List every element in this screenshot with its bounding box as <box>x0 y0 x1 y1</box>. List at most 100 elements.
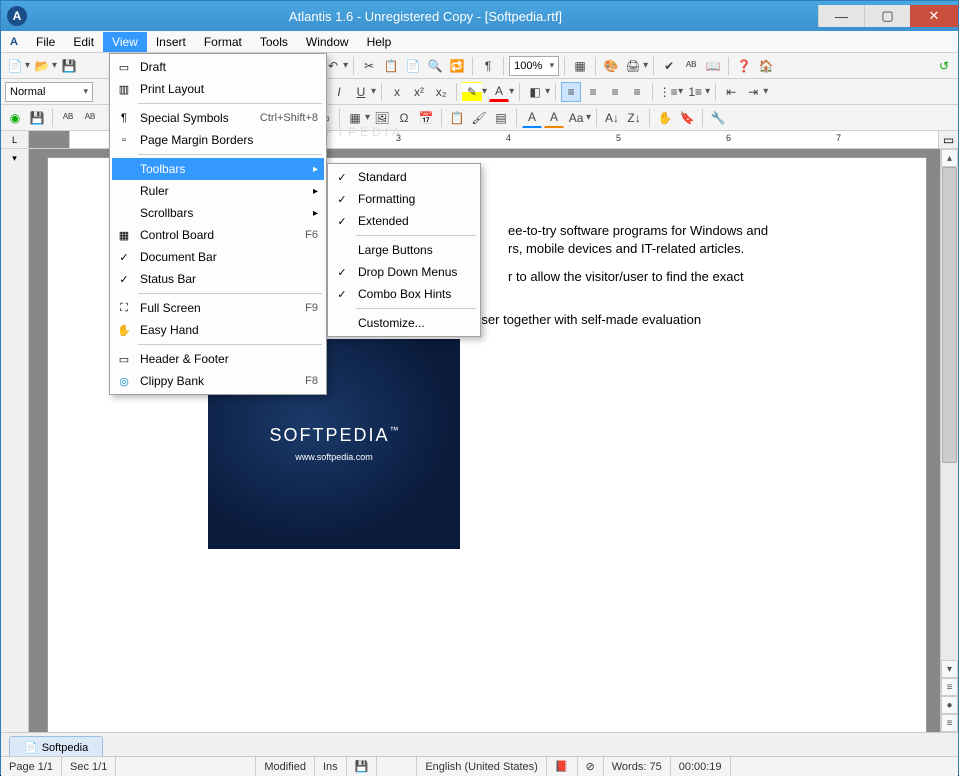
save-icon[interactable]: 💾 <box>59 56 79 76</box>
spellcheck-icon[interactable]: ✔ <box>659 56 679 76</box>
status-save-icon[interactable]: 💾 <box>347 757 378 776</box>
align-right-icon[interactable]: ≡ <box>605 82 625 102</box>
tools-icon[interactable]: 🔧 <box>708 108 728 128</box>
toolbars-dropdown-menus[interactable]: ✓Drop Down Menus <box>330 261 478 283</box>
numbering-icon[interactable]: 1≡ <box>685 82 705 102</box>
toolbars-standard[interactable]: ✓Standard <box>330 166 478 188</box>
highlight-icon[interactable]: ✎ <box>462 82 482 102</box>
save-as-icon[interactable]: 💾 <box>27 108 47 128</box>
next-page-icon[interactable]: ≡ <box>941 714 958 732</box>
vertical-ruler[interactable]: ▾ <box>1 149 29 732</box>
align-left-icon[interactable]: ≡ <box>561 82 581 102</box>
vertical-scrollbar[interactable]: ▴ ▾ ≡ ● ≡ <box>940 149 958 732</box>
easy-hand-icon[interactable]: ✋ <box>655 108 675 128</box>
titlebar: A Atlantis 1.6 - Unregistered Copy - [So… <box>1 1 958 31</box>
autocorrect-icon[interactable]: ᴬᴮ <box>681 56 701 76</box>
menu-edit[interactable]: Edit <box>64 32 103 52</box>
thesaurus-icon[interactable]: 📖 <box>703 56 723 76</box>
view-clippy-bank[interactable]: ◎Clippy BankF8 <box>112 370 324 392</box>
view-toolbars[interactable]: Toolbars▸ <box>112 158 324 180</box>
view-header-footer[interactable]: ▭Header & Footer <box>112 348 324 370</box>
template-icon[interactable]: ◉ <box>5 108 25 128</box>
subscript-icon[interactable]: x₂ <box>431 82 451 102</box>
cut-icon[interactable]: ✂ <box>359 56 379 76</box>
toolbars-combo-hints[interactable]: ✓Combo Box Hints <box>330 283 478 305</box>
scroll-thumb[interactable] <box>942 167 957 463</box>
sort-asc-icon[interactable]: A↓ <box>602 108 622 128</box>
view-full-screen[interactable]: ⛶Full ScreenF9 <box>112 297 324 319</box>
zoom-combo[interactable]: 100% <box>509 56 559 76</box>
outdent-icon[interactable]: ⇤ <box>721 82 741 102</box>
change-case-icon[interactable]: Aa <box>566 108 586 128</box>
check-icon: ✓ <box>337 288 346 301</box>
toolbars-extended[interactable]: ✓Extended <box>330 210 478 232</box>
para-format-icon[interactable]: A <box>544 108 564 128</box>
control-board-icon[interactable]: ▦ <box>570 56 590 76</box>
toolbars-formatting[interactable]: ✓Formatting <box>330 188 478 210</box>
view-page-margins[interactable]: ▫Page Margin Borders <box>112 129 324 151</box>
style-combo[interactable]: Normal <box>5 82 93 102</box>
menu-insert[interactable]: Insert <box>147 32 195 52</box>
paste-icon[interactable]: 📄 <box>403 56 423 76</box>
sort-desc-icon[interactable]: Z↓ <box>624 108 644 128</box>
view-status-bar[interactable]: ✓Status Bar <box>112 268 324 290</box>
menu-window[interactable]: Window <box>297 32 358 52</box>
find-icon[interactable]: 🔍 <box>425 56 445 76</box>
view-easy-hand[interactable]: ✋Easy Hand <box>112 319 324 341</box>
scroll-up-icon[interactable]: ▴ <box>941 149 958 167</box>
view-draft[interactable]: ▭Draft <box>112 56 324 78</box>
align-center-icon[interactable]: ≡ <box>583 82 603 102</box>
indent-icon[interactable]: ⇥ <box>743 82 763 102</box>
status-language[interactable]: English (United States) <box>417 757 547 776</box>
bullets-icon[interactable]: ⋮≡ <box>658 82 678 102</box>
underline-icon[interactable]: U <box>351 82 371 102</box>
italic-icon[interactable]: I <box>329 82 349 102</box>
maximize-button[interactable]: ▢ <box>864 5 910 27</box>
clipboard-icon[interactable]: 📋 <box>447 108 467 128</box>
prev-page-icon[interactable]: ≡ <box>941 678 958 696</box>
menu-help[interactable]: Help <box>358 32 401 52</box>
menu-view[interactable]: View <box>103 32 147 52</box>
styles-icon[interactable]: ▤ <box>491 108 511 128</box>
view-document-bar[interactable]: ✓Document Bar <box>112 246 324 268</box>
font-color-icon[interactable]: A <box>489 82 509 102</box>
view-ruler[interactable]: Ruler▸ <box>112 180 324 202</box>
strike-icon[interactable]: x <box>387 82 407 102</box>
align-justify-icon[interactable]: ≡ <box>627 82 647 102</box>
home-icon[interactable]: 🏠 <box>756 56 776 76</box>
menu-format[interactable]: Format <box>195 32 251 52</box>
toolbars-customize[interactable]: Customize... <box>330 312 478 334</box>
toolbar-options-icon[interactable]: ↺ <box>934 56 954 76</box>
view-scrollbars[interactable]: Scrollbars▸ <box>112 202 324 224</box>
eraser-icon[interactable]: ◧ <box>525 82 545 102</box>
palette-icon[interactable]: 🎨 <box>601 56 621 76</box>
open-icon[interactable]: 📂 <box>32 56 52 76</box>
scroll-down-icon[interactable]: ▾ <box>941 660 958 678</box>
superscript-icon[interactable]: x² <box>409 82 429 102</box>
minimize-button[interactable]: — <box>818 5 864 27</box>
bookmark-icon[interactable]: 🔖 <box>677 108 697 128</box>
view-control-board[interactable]: ▦Control BoardF6 <box>112 224 324 246</box>
status-ins[interactable]: Ins <box>315 757 347 776</box>
new-doc-icon[interactable]: 📄 <box>5 56 25 76</box>
menu-tools[interactable]: Tools <box>251 32 297 52</box>
document-tab[interactable]: 📄 Softpedia <box>9 736 103 756</box>
print-icon[interactable]: 🖨 <box>623 56 643 76</box>
insert-date-icon[interactable]: 📅 <box>416 108 436 128</box>
help-icon[interactable]: ❓ <box>734 56 754 76</box>
menu-file[interactable]: File <box>27 32 64 52</box>
char-format-icon[interactable]: A <box>522 108 542 128</box>
replace-icon[interactable]: 🔁 <box>447 56 467 76</box>
close-button[interactable]: ✕ <box>910 5 958 27</box>
browse-object-icon[interactable]: ● <box>941 696 958 714</box>
copy-icon[interactable]: 📋 <box>381 56 401 76</box>
toolbars-large-buttons[interactable]: Large Buttons <box>330 239 478 261</box>
status-disabled-icon[interactable]: ⊘ <box>578 757 604 776</box>
view-print-layout[interactable]: ▥Print Layout <box>112 78 324 100</box>
thesaurus2-icon[interactable]: ᴬᴮ <box>80 108 100 128</box>
pilcrow-icon[interactable]: ¶ <box>478 56 498 76</box>
format-paint-icon[interactable]: 🖌 <box>469 108 489 128</box>
spellcheck2-icon[interactable]: ᴬᴮ <box>58 108 78 128</box>
view-special-symbols[interactable]: ¶Special SymbolsCtrl+Shift+8 <box>112 107 324 129</box>
status-spell-icon[interactable]: 📕 <box>547 757 578 776</box>
